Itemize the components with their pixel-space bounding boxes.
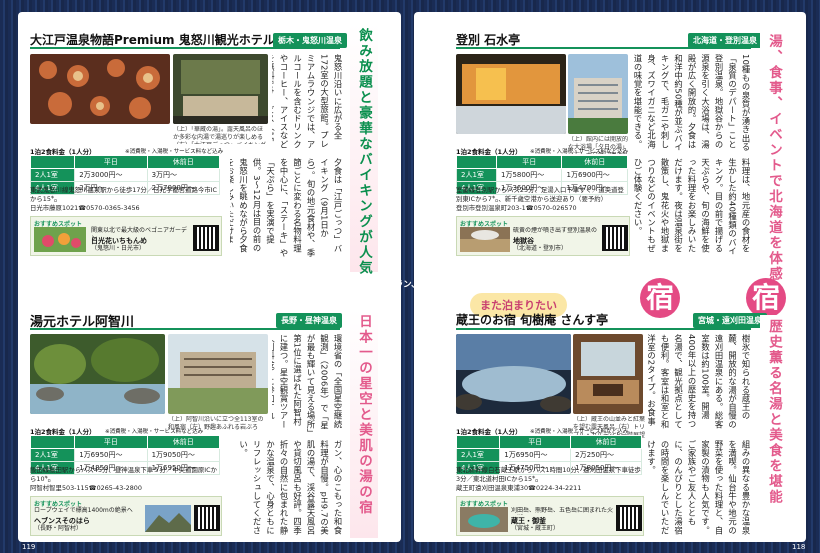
price-cell: 3万円～	[146, 168, 221, 182]
price-note: ※消費税・入湯税・サービス料など込み	[125, 149, 224, 155]
access-info: 東北新幹線白石蔵王駅からバス1時間10分、遠刈田温泉下車徒歩3分／東北道村田IC…	[456, 466, 641, 483]
price-cell: 1万6950円～	[74, 448, 148, 462]
recommended-spot: おすすめスポット 硫黄の煙が噴き出す登別温泉のシンボル 地獄谷 （北海道・登別市…	[456, 216, 630, 256]
price-cell: 2人1室	[455, 448, 501, 462]
logo-yado-1: 宿	[640, 278, 680, 318]
price-col: 平日	[74, 435, 148, 449]
body-text: 環境省の「全国星空継続観測」（2006年）で「星が最も輝いて見える場所」第1位に…	[272, 334, 343, 434]
qr-code-icon[interactable]	[194, 505, 220, 531]
price-note: ※消費税・入湯税・サービス料など込み	[530, 149, 629, 155]
address-info: 阿智村智里503-115☎0265-43-2800	[30, 484, 142, 492]
spot-photo	[145, 505, 191, 532]
body-text: 10種もの泉質が湧き出る「泉質のデパート」こと登別温泉。地獄谷からの源泉を引く大…	[633, 54, 751, 152]
area-tag: 宮城・遠刈田温泉	[693, 313, 767, 328]
card-title: 登別 石水亭	[456, 33, 521, 47]
body-text-2: 夕食は「江戸ごっつ」バイキング（9月1日から）。旬の地元食材や、季節ごとに変わる…	[230, 158, 343, 258]
photo-outdoor-bath	[456, 334, 571, 414]
price-col: 平日	[495, 155, 563, 169]
price-col: 平日	[499, 435, 572, 449]
recommended-spot: おすすめスポット 関東以北で最大級のベゴニアガーデン 日光花いちもんめ （鬼怒川…	[30, 216, 222, 256]
photo-buffet	[30, 54, 170, 124]
price-col: 休前日	[146, 435, 221, 449]
body-text-2: 組みの異なる豊かな温泉を満喫。仙台牛や地元の野菜を使った料理と、自家製の漬物も人…	[648, 440, 751, 535]
body-text: 鬼怒川沿いに広がる全172室の大型旅館。プレミアムラウンジでは、アルコールを含む…	[272, 54, 343, 151]
spot-location: （宮城・蔵王町）	[511, 525, 560, 532]
spot-photo	[460, 227, 510, 252]
spot-location: （長野・阿智村）	[34, 525, 83, 532]
price-cell: 2万3000円～	[74, 168, 148, 182]
recommended-spot: おすすめスポット ロープウェイで標高1400mの絶景へ ヘブンスそのはら （長野…	[30, 496, 222, 536]
logo-yado-2: 宿	[746, 278, 786, 318]
price-cell: 2万250円～	[570, 448, 642, 462]
body-text-2: 料理は、地元産の食材を生かした約40種類のバイキング。目の前で揚げる天ぷらや、旬…	[633, 158, 751, 256]
title-rule	[456, 47, 751, 49]
address-info: 登別市登別温泉町203-1☎0570-026570	[456, 204, 577, 212]
photo-hotel	[168, 334, 268, 414]
price-col	[456, 155, 497, 169]
price-col: 休前日	[570, 435, 642, 449]
address-info: 日光市藤原1021☎0570-0365-3456	[30, 204, 140, 212]
photo-bath-hall	[456, 54, 566, 134]
spot-text: ロープウェイで標高1400mの絶景へ	[34, 507, 133, 514]
area-tag: 長野・昼神温泉	[276, 313, 342, 328]
center-banner: 読売旅行とパートナーシップを結ぶ、「読売旅行協力会」の旅館・ホテルを、 毎月、全…	[30, 266, 450, 305]
pill-right-top: 湯、食事、イベントで北海道を体感	[760, 30, 788, 282]
price-cell: 1万6900円～	[561, 168, 628, 182]
price-cell: 2人1室	[456, 168, 497, 182]
address-info: 蔵王町遠刈田温泉東浦30☎0224-34-2211	[456, 484, 582, 492]
title-rule	[30, 328, 340, 330]
card-title: 大江戸温泉物語Premium 鬼怒川観光ホテル	[30, 33, 275, 47]
spot-photo	[460, 507, 508, 532]
qr-code-icon[interactable]	[602, 225, 628, 251]
price-col	[29, 155, 76, 169]
price-cell: 1万6950円～	[499, 448, 572, 462]
pill-left-top: 飲み放題と豪華なバイキングが人気	[350, 24, 378, 276]
banner-line: 読売旅行とパートナーシップを結ぶ、「読売旅行協力会」の旅館・ホテルを、	[30, 267, 341, 277]
pill-right-bottom: 歴史薫る名湯と美食を堪能	[760, 315, 788, 538]
price-col	[29, 435, 76, 449]
price-cell: 1万5800円～	[495, 168, 563, 182]
access-info: 飯田線飯田駅からバス45分、昼神温泉下車５分／中央道園原ICから10㌔	[30, 466, 218, 483]
spot-photo	[34, 227, 86, 252]
price-col	[455, 435, 501, 449]
price-note: ※消費税・入湯税・サービス料など込み	[530, 429, 629, 435]
title-rule	[30, 47, 340, 49]
photo-hotel-exterior	[568, 54, 628, 134]
photo-rock-bath	[30, 334, 165, 414]
price-col: 平日	[74, 155, 148, 169]
spot-text: 硫黄の煙が噴き出す登別温泉のシンボル	[513, 227, 598, 234]
body-text: 樹氷で知られる蔵王の麓、開放的な湯が自慢の遠刈田温泉にある。総客室数は約100室…	[648, 334, 751, 429]
card-title: 蔵王のお宿 旬樹庵 さんす亭	[456, 313, 609, 327]
page-number-right: 118	[792, 543, 806, 551]
price-col: 休前日	[561, 155, 628, 169]
price-cell: 1万9050円～	[146, 448, 221, 462]
price-note: ※消費税・入湯税・サービス料など込み	[105, 429, 204, 435]
qr-code-icon[interactable]	[193, 225, 219, 251]
banner-line: 毎月、全国から２軒ご紹介します。宿泊施設固定にある「読売旅行協力会」の観光施設や…	[30, 280, 420, 290]
price-cell: 2人1室	[29, 448, 76, 462]
title-rule	[456, 328, 751, 330]
body-text-2: ガン、心のこもった和食料理が自慢。pH9.7の美肌の湯で、渓谷露天風呂や貸切風呂…	[238, 440, 344, 535]
photo-room	[573, 334, 643, 414]
page-number-left: 119	[22, 543, 36, 551]
spot-location: （北海道・登別市）	[513, 245, 568, 252]
spot-location: （鬼怒川・日光市）	[91, 245, 146, 252]
area-tag: 北海道・登別温泉	[688, 33, 762, 48]
access-info: 室蘭線登別駅からバス25分、足湯入口下車すぐ／道央道登別東ICから7㌔、新千歳空…	[456, 186, 624, 203]
photo-caption: （上）「華蔵の湯」。露天風呂のほか多彩な内湯で湯巡りが楽しめる（右）「大江戸ごっ…	[173, 126, 266, 144]
qr-code-icon[interactable]	[616, 505, 642, 531]
area-tag: 栃木・鬼怒川温泉	[273, 33, 347, 48]
price-col: 休前日	[146, 155, 221, 169]
recommended-spot: おすすめスポット 刈田岳、熊野岳、五色岳に囲まれた火口湖 蔵王・御釜 （宮城・蔵…	[456, 496, 644, 536]
price-cell: 2人1室	[29, 168, 76, 182]
banner-line: ドライブイン、土産店も案内。旅行の計画にお役立てください。	[30, 293, 291, 303]
pill-left-bottom: 日本一の星空と美肌の湯の宿	[350, 310, 378, 538]
spot-text: 刈田岳、熊野岳、五色岳に囲まれた火口湖	[511, 507, 614, 514]
photo-bath	[173, 54, 268, 124]
access-info: 東武鬼怒川線鬼怒川温泉駅から徒歩17分／日光宇都宮道路今市ICから15㌔	[30, 186, 218, 203]
